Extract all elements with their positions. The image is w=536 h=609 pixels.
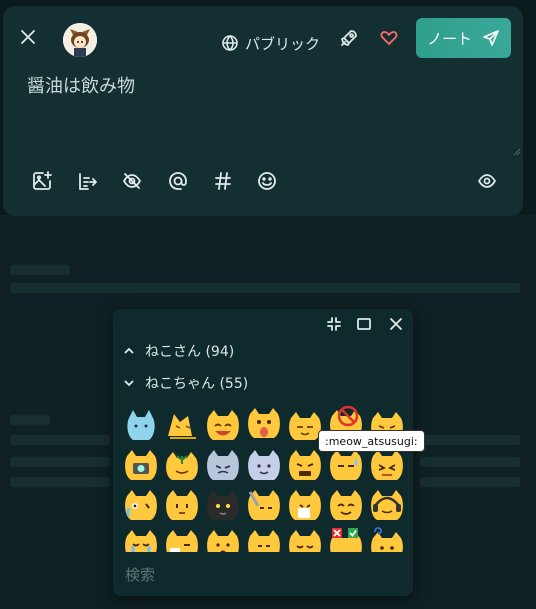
poll-button[interactable] bbox=[74, 168, 100, 194]
emoji-cat-plant[interactable] bbox=[162, 446, 202, 486]
emoji-cat-question[interactable] bbox=[367, 526, 407, 554]
minimize-icon bbox=[327, 317, 341, 331]
category-header-nekochan[interactable]: ねこちゃん (55) bbox=[123, 372, 248, 394]
emoji-cat-tongue[interactable] bbox=[244, 404, 284, 444]
emoji-cat-grey[interactable] bbox=[203, 446, 243, 486]
hashtag-icon bbox=[215, 172, 231, 190]
preview-eye-icon bbox=[478, 174, 496, 188]
preview-button[interactable] bbox=[474, 168, 500, 194]
poll-icon bbox=[79, 173, 97, 190]
emoji-cat-cry[interactable] bbox=[121, 486, 161, 526]
globe-icon bbox=[222, 35, 238, 51]
minimize-button[interactable] bbox=[323, 313, 345, 335]
emoji-cat-sparkle[interactable] bbox=[162, 406, 202, 446]
emoji-cat-shocked[interactable] bbox=[203, 526, 243, 554]
maximize-button[interactable] bbox=[353, 313, 375, 335]
picker-header bbox=[113, 309, 413, 337]
emoji-cat-camera[interactable] bbox=[121, 446, 161, 486]
emoji-cat-plain[interactable] bbox=[244, 526, 284, 554]
post-button-label: ノート bbox=[426, 29, 472, 48]
search-placeholder: 検索 bbox=[125, 566, 156, 584]
emoji-cat-content[interactable] bbox=[285, 526, 325, 554]
hashtag-button[interactable] bbox=[210, 168, 236, 194]
emoji-cat-blue-ghost[interactable] bbox=[121, 406, 161, 446]
emoji-cat-angry[interactable] bbox=[285, 446, 325, 486]
image-add-icon bbox=[33, 171, 52, 190]
post-button[interactable]: ノート bbox=[416, 18, 511, 58]
avatar[interactable] bbox=[63, 23, 97, 57]
emoji-cat-check[interactable] bbox=[326, 526, 366, 554]
heart-icon bbox=[380, 31, 398, 45]
mention-button[interactable] bbox=[165, 168, 191, 194]
tooltip-text: :meow_atsusugi: bbox=[325, 434, 418, 448]
maximize-icon bbox=[357, 318, 371, 330]
emoji-cat-note[interactable] bbox=[285, 486, 325, 526]
emoji-cat-sweat[interactable] bbox=[326, 446, 366, 486]
content-warning-button[interactable] bbox=[119, 168, 145, 194]
visibility-label: パブリック bbox=[245, 34, 321, 53]
category-header-nekosan[interactable]: ねこさん (94) bbox=[123, 340, 234, 362]
chevron-down-icon bbox=[124, 380, 134, 387]
emoji-icon bbox=[258, 172, 276, 190]
emoji-tooltip: :meow_atsusugi: bbox=[318, 430, 425, 452]
emoji-button[interactable] bbox=[254, 168, 280, 194]
emoji-cat-black[interactable] bbox=[203, 486, 243, 526]
emoji-cat-grin[interactable] bbox=[203, 406, 243, 446]
close-button[interactable] bbox=[17, 26, 39, 48]
chevron-up-icon bbox=[124, 347, 134, 354]
eye-off-icon bbox=[123, 173, 141, 189]
emoji-picker: ねこさん (94) ねこちゃん (55) 検索 bbox=[113, 309, 413, 596]
emoji-cat-smile[interactable] bbox=[326, 486, 366, 526]
close-icon bbox=[21, 30, 35, 44]
resize-grip-icon[interactable] bbox=[511, 146, 521, 156]
emoji-cat-tired[interactable] bbox=[367, 446, 407, 486]
emoji-cat-knife[interactable] bbox=[244, 486, 284, 526]
reaction-accept-button[interactable] bbox=[377, 26, 401, 50]
visibility-selector[interactable]: パブリック bbox=[221, 30, 320, 56]
mention-icon bbox=[169, 172, 187, 190]
picker-close-button[interactable] bbox=[385, 313, 407, 335]
emoji-cat-cup[interactable] bbox=[162, 526, 202, 554]
note-text: 醤油は飲み物 bbox=[27, 76, 135, 97]
emoji-search-input[interactable]: 検索 bbox=[113, 552, 413, 596]
category-label: ねこちゃん (55) bbox=[145, 376, 249, 392]
close-icon bbox=[390, 318, 402, 330]
note-text-input[interactable]: 醤油は飲み物 bbox=[3, 62, 523, 162]
local-only-button[interactable] bbox=[337, 26, 361, 50]
emoji-cat-headphones[interactable] bbox=[367, 486, 407, 526]
emoji-grid bbox=[121, 404, 409, 554]
emoji-cat-blank[interactable] bbox=[162, 486, 202, 526]
rocket-icon bbox=[341, 30, 357, 46]
emoji-cat-sob[interactable] bbox=[121, 526, 161, 554]
category-label: ねこさん (94) bbox=[145, 344, 235, 360]
send-icon bbox=[483, 30, 499, 46]
avatar-image bbox=[63, 23, 97, 57]
emoji-cat-grey-smile[interactable] bbox=[244, 446, 284, 486]
note-composer: パブリック ノート 醤油は飲み物 bbox=[3, 6, 523, 216]
attach-image-button[interactable] bbox=[29, 168, 55, 194]
